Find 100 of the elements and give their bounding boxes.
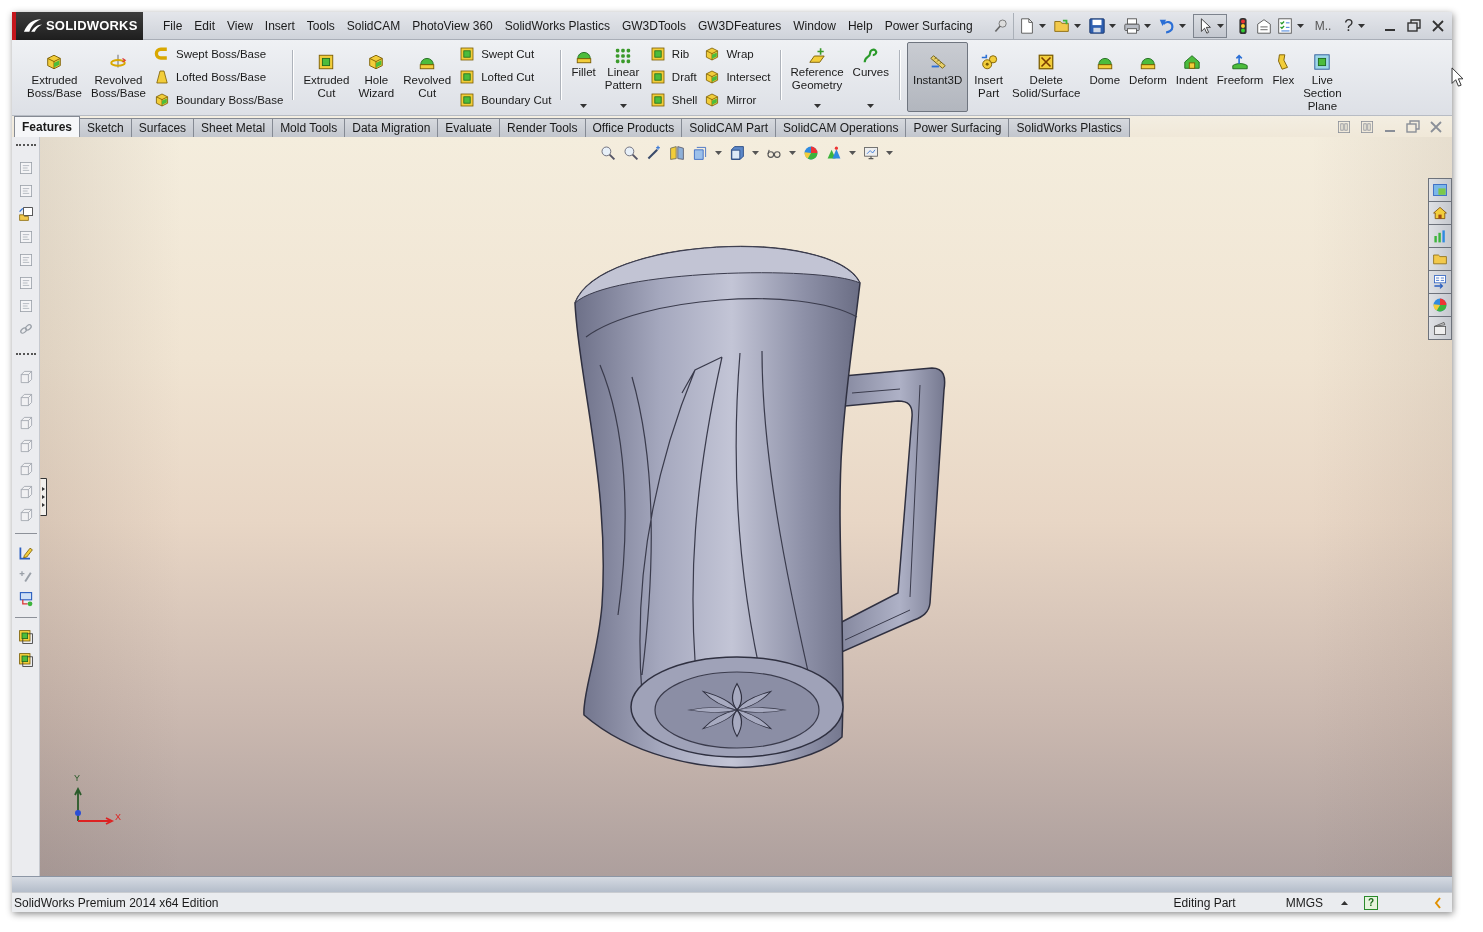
menu-item[interactable]: Tools bbox=[300, 12, 341, 39]
command-button[interactable]: Curves bbox=[849, 42, 892, 112]
checklist-icon[interactable] bbox=[1275, 16, 1294, 35]
pyramid-icon[interactable] bbox=[825, 145, 842, 161]
tab[interactable]: Office Products bbox=[584, 118, 683, 137]
help-button[interactable]: ? bbox=[1338, 16, 1356, 35]
stacked-squares-icon[interactable] bbox=[17, 652, 34, 668]
layered-box-icon[interactable] bbox=[691, 145, 708, 161]
menu-item[interactable]: PhotoView 360 bbox=[406, 12, 499, 39]
command-button[interactable]: Revolved Cut bbox=[400, 42, 455, 112]
color-ball-icon[interactable] bbox=[802, 145, 819, 161]
chevron-icon[interactable] bbox=[1434, 896, 1442, 909]
menu-item[interactable]: View bbox=[221, 12, 259, 39]
tab[interactable]: Render Tools bbox=[499, 118, 586, 137]
command-button[interactable]: Instant3D bbox=[907, 42, 969, 112]
tab[interactable]: SolidWorks Plastics bbox=[1008, 118, 1130, 137]
command-button[interactable]: Swept Cut bbox=[457, 43, 554, 66]
menu-item[interactable]: Insert bbox=[258, 12, 301, 39]
stacked-squares-icon[interactable] bbox=[17, 629, 34, 645]
tab[interactable]: Features bbox=[14, 116, 81, 137]
wand-icon[interactable] bbox=[645, 145, 662, 161]
menu-item[interactable]: Window bbox=[787, 12, 842, 39]
command-button[interactable]: Deform bbox=[1126, 42, 1170, 112]
command-button[interactable]: Lofted Boss/Base bbox=[151, 66, 286, 88]
caret-icon[interactable] bbox=[788, 151, 796, 155]
caret-icon[interactable] bbox=[848, 151, 856, 155]
tab[interactable]: SolidCAM Operations bbox=[775, 118, 907, 137]
command-button[interactable]: Revolved Boss/Base bbox=[88, 42, 149, 112]
caret-icon[interactable] bbox=[751, 151, 759, 155]
close-icon[interactable] bbox=[1430, 17, 1446, 34]
tab[interactable]: Surfaces bbox=[130, 118, 195, 137]
command-button[interactable]: Mirror bbox=[702, 88, 773, 111]
select-tool-button[interactable] bbox=[1192, 13, 1227, 38]
command-button[interactable]: Dome bbox=[1086, 42, 1124, 112]
menu-item[interactable]: Power Surfacing bbox=[878, 12, 979, 39]
command-button[interactable]: Insert Part bbox=[971, 42, 1006, 112]
command-button[interactable]: Draft bbox=[647, 66, 700, 88]
monitor-icon[interactable] bbox=[862, 145, 879, 161]
folder-icon[interactable] bbox=[1428, 247, 1452, 271]
units-button[interactable]: MMGS bbox=[1285, 895, 1323, 910]
caret-icon[interactable] bbox=[1296, 23, 1304, 28]
command-button[interactable]: Reference Geometry bbox=[787, 42, 847, 112]
command-button[interactable]: Lofted Cut bbox=[457, 66, 554, 88]
chain-icon[interactable] bbox=[17, 321, 34, 337]
command-button[interactable]: Delete Solid/Surface bbox=[1009, 42, 1084, 112]
tab[interactable]: Sheet Metal bbox=[193, 118, 274, 137]
menu-item[interactable]: Edit bbox=[188, 12, 222, 39]
expand-handle[interactable] bbox=[40, 478, 47, 516]
command-button[interactable]: Hole Wizard bbox=[355, 42, 398, 112]
tile-windows-icon[interactable] bbox=[1336, 118, 1352, 135]
command-button[interactable]: Live Section Plane bbox=[1300, 42, 1345, 112]
window-panel-icon[interactable] bbox=[1428, 178, 1452, 202]
command-button[interactable]: Rib bbox=[647, 43, 700, 66]
overflow-button[interactable]: M.. bbox=[1310, 18, 1336, 33]
page-icon[interactable] bbox=[1254, 16, 1273, 35]
magnifier-icon[interactable] bbox=[622, 145, 639, 161]
command-button[interactable]: Flex bbox=[1269, 42, 1298, 112]
shaded-cube-icon[interactable] bbox=[728, 145, 745, 161]
command-button[interactable]: Swept Boss/Base bbox=[151, 43, 286, 66]
menu-item[interactable]: Help bbox=[841, 12, 879, 39]
command-button[interactable]: Extruded Cut bbox=[300, 42, 353, 112]
plus-pencil-icon[interactable] bbox=[17, 568, 34, 584]
tab[interactable]: Sketch bbox=[79, 118, 132, 137]
restore-icon[interactable] bbox=[1406, 17, 1422, 34]
command-button[interactable]: Extruded Boss/Base bbox=[24, 42, 85, 112]
clapperboard-icon[interactable] bbox=[1428, 316, 1452, 340]
command-button[interactable]: Indent bbox=[1172, 42, 1211, 112]
caret-icon[interactable] bbox=[1108, 23, 1116, 28]
house-icon[interactable] bbox=[1428, 201, 1452, 225]
magnifier-icon[interactable] bbox=[599, 145, 616, 161]
caret-icon[interactable] bbox=[1143, 23, 1151, 28]
caret-icon[interactable] bbox=[1358, 23, 1366, 28]
caret-icon[interactable] bbox=[1341, 900, 1348, 905]
caret-icon[interactable] bbox=[714, 151, 722, 155]
command-button[interactable]: Freeform bbox=[1213, 42, 1267, 112]
tab[interactable]: Power Surfacing bbox=[905, 118, 1010, 137]
tab[interactable]: Evaluate bbox=[437, 118, 500, 137]
command-button[interactable]: Fillet bbox=[568, 42, 599, 112]
tab[interactable]: Data Migration bbox=[344, 118, 439, 137]
tile-windows-icon[interactable] bbox=[1359, 118, 1375, 135]
pencil-icon[interactable] bbox=[17, 545, 34, 561]
pin-icon[interactable] bbox=[992, 17, 1009, 34]
command-button[interactable]: Boundary Cut bbox=[457, 88, 554, 111]
menu-item[interactable]: SolidWorks Plastics bbox=[498, 12, 616, 39]
book-icon[interactable] bbox=[668, 145, 685, 161]
menu-item[interactable]: SolidCAM bbox=[340, 12, 407, 39]
caret-icon[interactable] bbox=[885, 151, 893, 155]
caret-icon[interactable] bbox=[1178, 23, 1186, 28]
command-button[interactable]: Intersect bbox=[702, 66, 773, 88]
folder-frame-icon[interactable] bbox=[17, 206, 34, 222]
bar-chart-icon[interactable] bbox=[1428, 224, 1452, 248]
menu-item[interactable]: File bbox=[157, 12, 189, 39]
command-button[interactable]: Linear Pattern bbox=[601, 42, 645, 112]
command-button[interactable]: Wrap bbox=[702, 43, 773, 66]
menu-item[interactable]: GW3DFeatures bbox=[691, 12, 788, 39]
printer-icon[interactable] bbox=[1122, 16, 1141, 35]
caret-icon[interactable] bbox=[1038, 23, 1046, 28]
window-arrow-icon[interactable] bbox=[17, 591, 34, 607]
command-button[interactable]: Boundary Boss/Base bbox=[151, 88, 286, 111]
menu-item[interactable]: GW3DTools bbox=[615, 12, 692, 39]
